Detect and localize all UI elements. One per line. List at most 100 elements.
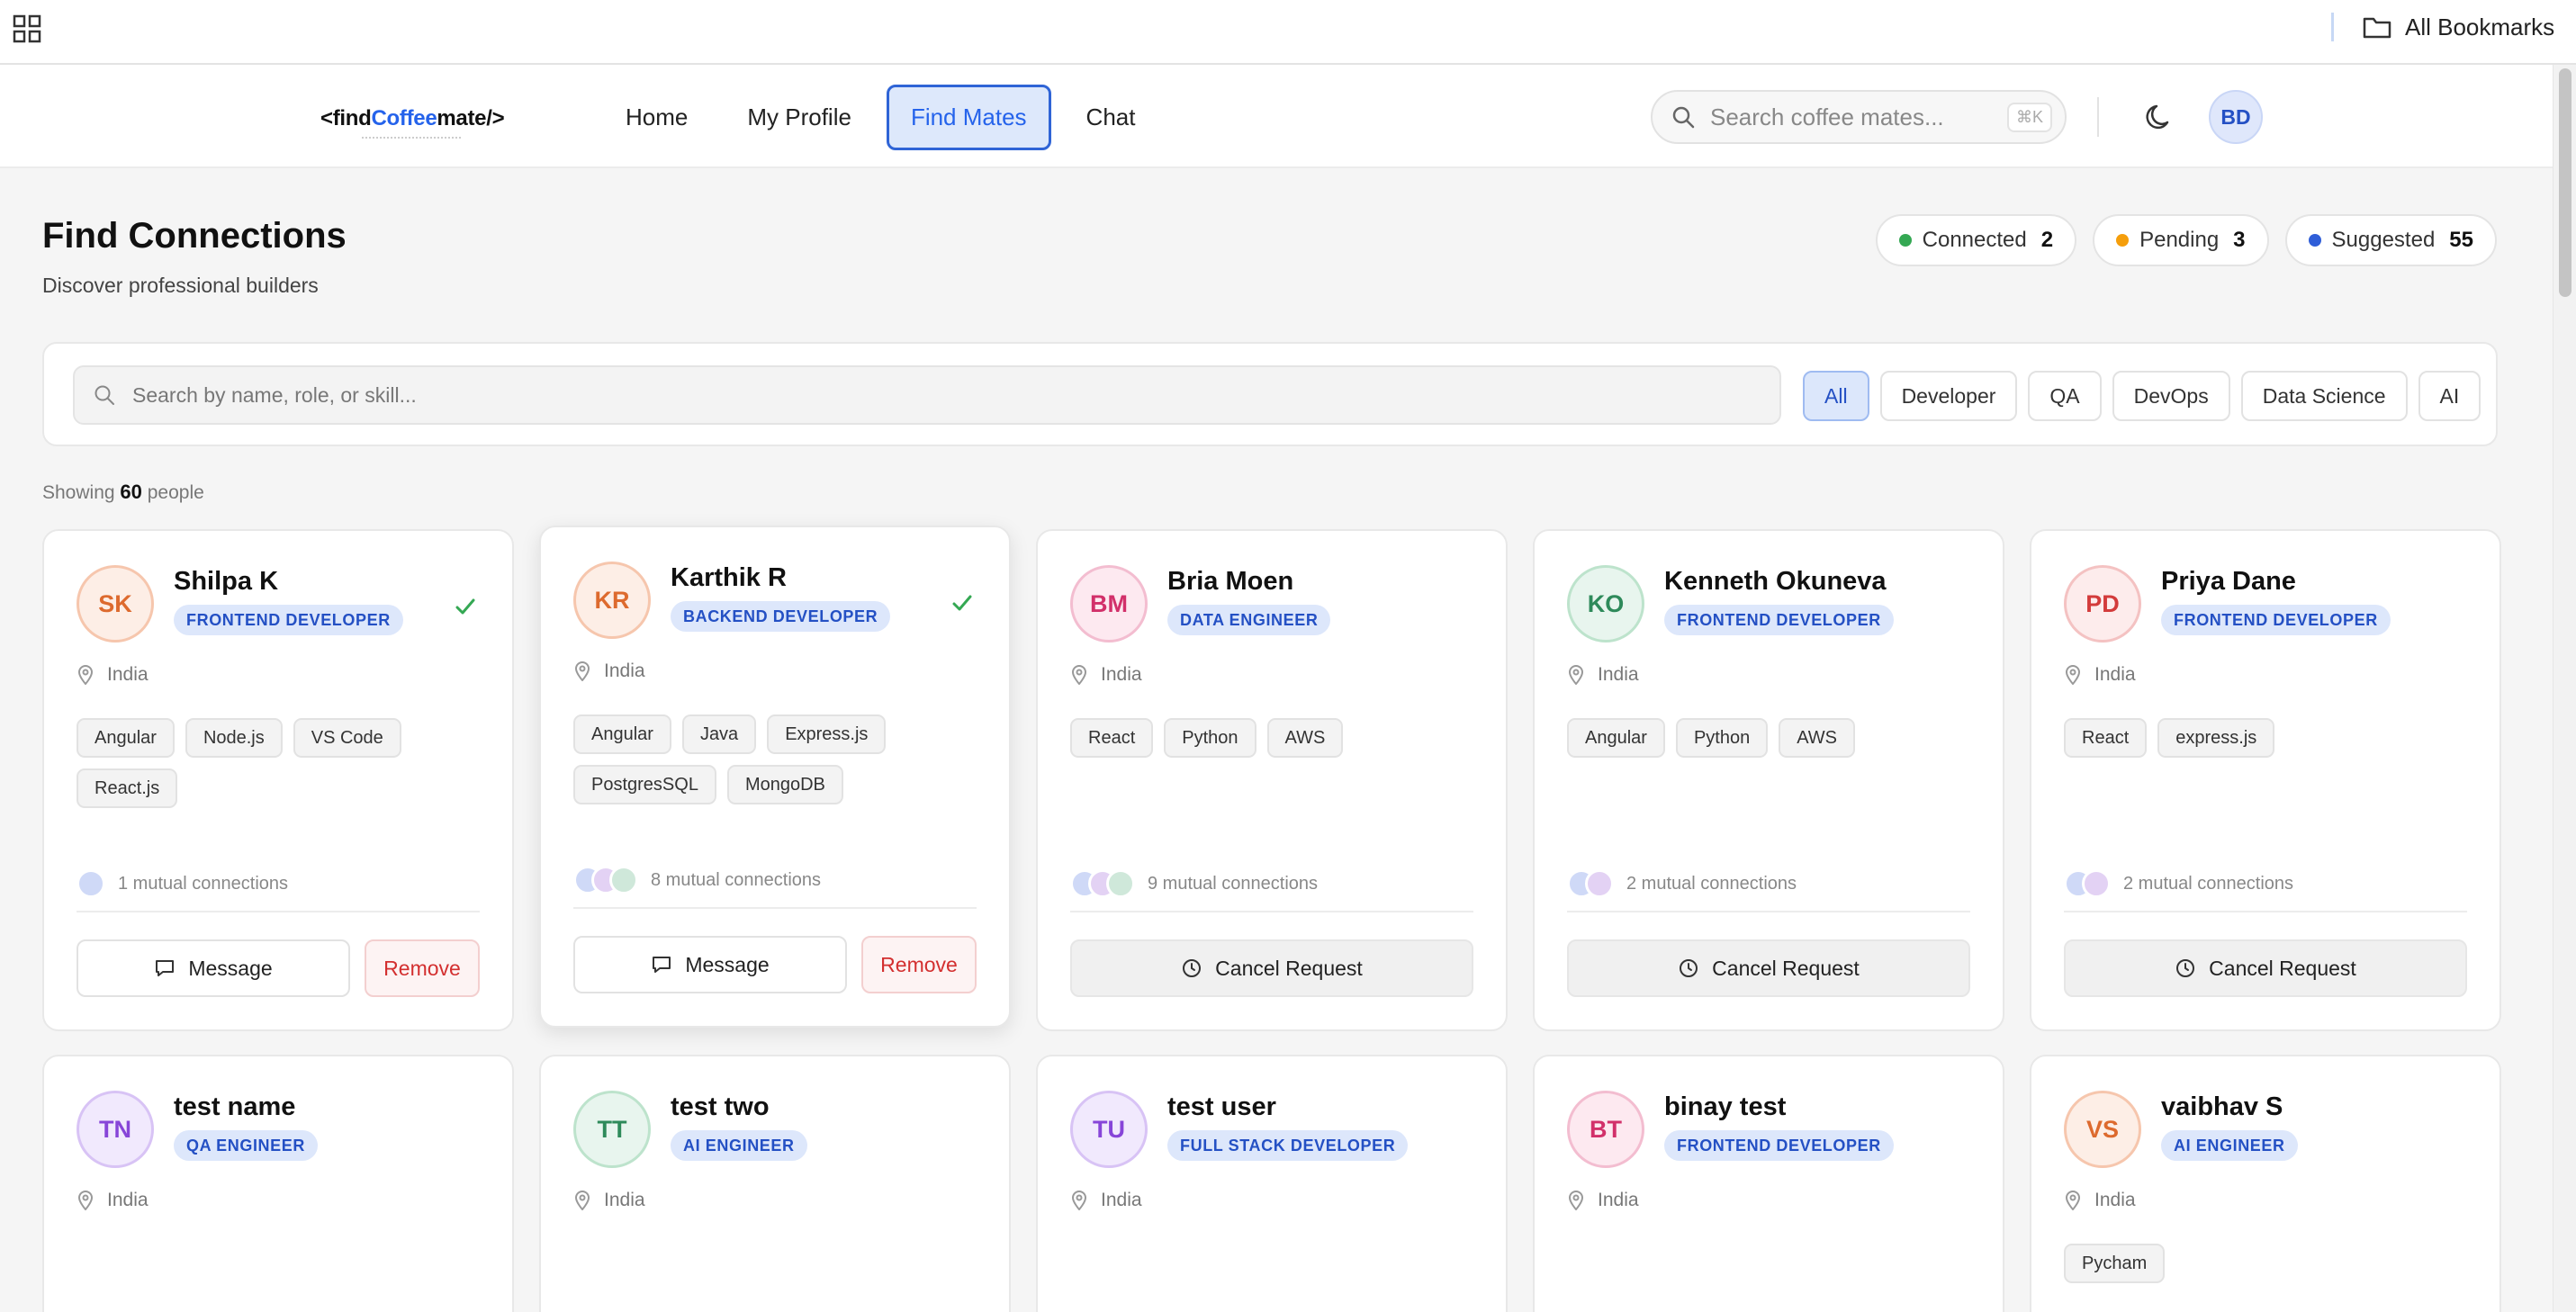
filter-panel: Search by name, role, or skill... All Dev… <box>42 342 2498 446</box>
person-card: BT binay test FRONTEND DEVELOPER India <box>1533 1055 2004 1312</box>
mutual-avatar <box>609 866 638 894</box>
filter-chip-ai[interactable]: AI <box>2418 371 2481 421</box>
person-name[interactable]: Priya Dane <box>2161 567 2296 597</box>
mutual-connections: 2 mutual connections <box>1567 869 1797 898</box>
cancel-request-button[interactable]: Cancel Request <box>1070 939 1473 997</box>
skill-tags: Angular Node.js VS Code React.js <box>77 718 491 808</box>
page-scrollbar[interactable] <box>2553 65 2576 1312</box>
skill-tag: Node.js <box>185 718 283 758</box>
scrollbar-thumb[interactable] <box>2559 68 2571 297</box>
folder-icon <box>2363 17 2391 39</box>
location-pin-icon <box>1071 665 1087 685</box>
person-location: India <box>1070 664 1142 686</box>
filter-chip-qa[interactable]: QA <box>2028 371 2102 421</box>
person-avatar[interactable]: KR <box>573 562 651 639</box>
person-name[interactable]: binay test <box>1664 1092 1786 1122</box>
person-avatar[interactable]: SK <box>77 565 154 643</box>
moon-icon[interactable] <box>2144 101 2176 133</box>
person-location: India <box>573 660 645 682</box>
skill-tag: Express.js <box>767 714 887 754</box>
person-name[interactable]: test two <box>671 1092 770 1122</box>
card-divider <box>573 907 977 909</box>
showing-count: 60 <box>120 481 142 503</box>
skill-tags: Angular Java Express.js PostgresSQL MongoDB <box>573 714 987 804</box>
all-bookmarks-button[interactable]: All Bookmarks <box>2362 11 2554 43</box>
location-pin-icon <box>2065 665 2081 685</box>
filter-chip-all[interactable]: All <box>1803 371 1869 421</box>
mutual-avatar <box>2082 869 2111 898</box>
location-pin-icon <box>574 1191 590 1210</box>
person-name[interactable]: test name <box>174 1092 295 1122</box>
filter-chip-data-science[interactable]: Data Science <box>2240 371 2408 421</box>
message-button[interactable]: Message <box>573 936 847 993</box>
person-card: KR Karthik R BACKEND DEVELOPER India Angular… <box>539 526 1011 1028</box>
card-actions: Cancel Request <box>1070 939 1473 999</box>
nav-link-find-mates[interactable]: Find Mates <box>886 85 1051 150</box>
person-avatar[interactable]: VS <box>2064 1091 2141 1168</box>
skill-tag: MongoDB <box>726 765 843 804</box>
location-text: India <box>2094 1190 2136 1210</box>
person-name[interactable]: Kenneth Okuneva <box>1664 567 1887 597</box>
location-text: India <box>1101 664 1142 685</box>
skill-tag: Pycham <box>2064 1244 2166 1283</box>
remove-button[interactable]: Remove <box>861 936 977 993</box>
user-avatar[interactable]: BD <box>2209 90 2263 144</box>
all-bookmarks-label: All Bookmarks <box>2405 13 2555 40</box>
filter-chip-devops[interactable]: DevOps <box>2112 371 2230 421</box>
skill-tag: Angular <box>1567 718 1665 758</box>
skill-tag: React <box>1070 718 1154 758</box>
role-badge: FRONTEND DEVELOPER <box>2161 605 2391 635</box>
role-badge: FRONTEND DEVELOPER <box>174 605 403 635</box>
person-location: India <box>77 664 149 686</box>
person-avatar[interactable]: TN <box>77 1091 154 1168</box>
person-avatar[interactable]: PD <box>2064 565 2141 643</box>
person-card: VS vaibhav S AI ENGINEER India Pycham <box>2030 1055 2501 1312</box>
person-avatar[interactable]: KO <box>1567 565 1644 643</box>
filter-chip-developer[interactable]: Developer <box>1879 371 2018 421</box>
person-card: SK Shilpa K FRONTEND DEVELOPER India Angular… <box>42 529 514 1031</box>
stat-pending: Pending 3 <box>2093 214 2269 266</box>
stat-value: 3 <box>2233 228 2246 252</box>
skill-tags: Angular Python AWS <box>1567 718 1981 758</box>
apps-grid-icon[interactable] <box>13 14 41 43</box>
nav-link-home[interactable]: Home <box>601 85 712 150</box>
people-search-placeholder: Search by name, role, or skill... <box>132 382 417 407</box>
page-subtitle: Discover professional builders <box>42 274 319 297</box>
skill-tag: React.js <box>77 768 178 808</box>
skill-tag: express.js <box>2157 718 2275 758</box>
nav-link-chat[interactable]: Chat <box>1062 85 1160 150</box>
skill-tag: Python <box>1164 718 1256 758</box>
message-button[interactable]: Message <box>77 939 350 997</box>
card-divider <box>1567 911 1970 912</box>
person-name[interactable]: Shilpa K <box>174 567 278 597</box>
person-avatar[interactable]: BM <box>1070 565 1148 643</box>
stat-label: Suggested <box>2331 228 2436 252</box>
skill-tag: Angular <box>573 714 671 754</box>
person-name[interactable]: Karthik R <box>671 563 787 593</box>
person-avatar[interactable]: TU <box>1070 1091 1148 1168</box>
logo-accent: Coffee <box>371 106 437 130</box>
people-search-input[interactable]: Search by name, role, or skill... <box>73 365 1781 425</box>
person-card: PD Priya Dane FRONTEND DEVELOPER India React… <box>2030 529 2501 1031</box>
person-name[interactable]: test user <box>1167 1092 1276 1122</box>
mutual-connections-text: 2 mutual connections <box>2123 873 2294 894</box>
logo-tagline-decoration <box>362 137 461 139</box>
person-avatar[interactable]: BT <box>1567 1091 1644 1168</box>
cancel-request-button[interactable]: Cancel Request <box>2064 939 2467 997</box>
role-badge: AI ENGINEER <box>671 1130 807 1161</box>
connected-check-icon <box>952 595 972 611</box>
nav-link-my-profile[interactable]: My Profile <box>723 85 876 150</box>
message-label: Message <box>685 952 770 976</box>
skill-tag: VS Code <box>293 718 401 758</box>
header-search[interactable]: Search coffee mates... ⌘K <box>1651 90 2067 144</box>
person-name[interactable]: Bria Moen <box>1167 567 1293 597</box>
location-text: India <box>107 664 149 685</box>
logo[interactable]: <findCoffeemate/> <box>320 106 505 131</box>
person-location: India <box>1567 664 1639 686</box>
person-name[interactable]: vaibhav S <box>2161 1092 2283 1122</box>
cancel-request-label: Cancel Request <box>1215 956 1363 980</box>
person-avatar[interactable]: TT <box>573 1091 651 1168</box>
remove-button[interactable]: Remove <box>365 939 480 997</box>
location-text: India <box>2094 664 2136 685</box>
cancel-request-button[interactable]: Cancel Request <box>1567 939 1970 997</box>
